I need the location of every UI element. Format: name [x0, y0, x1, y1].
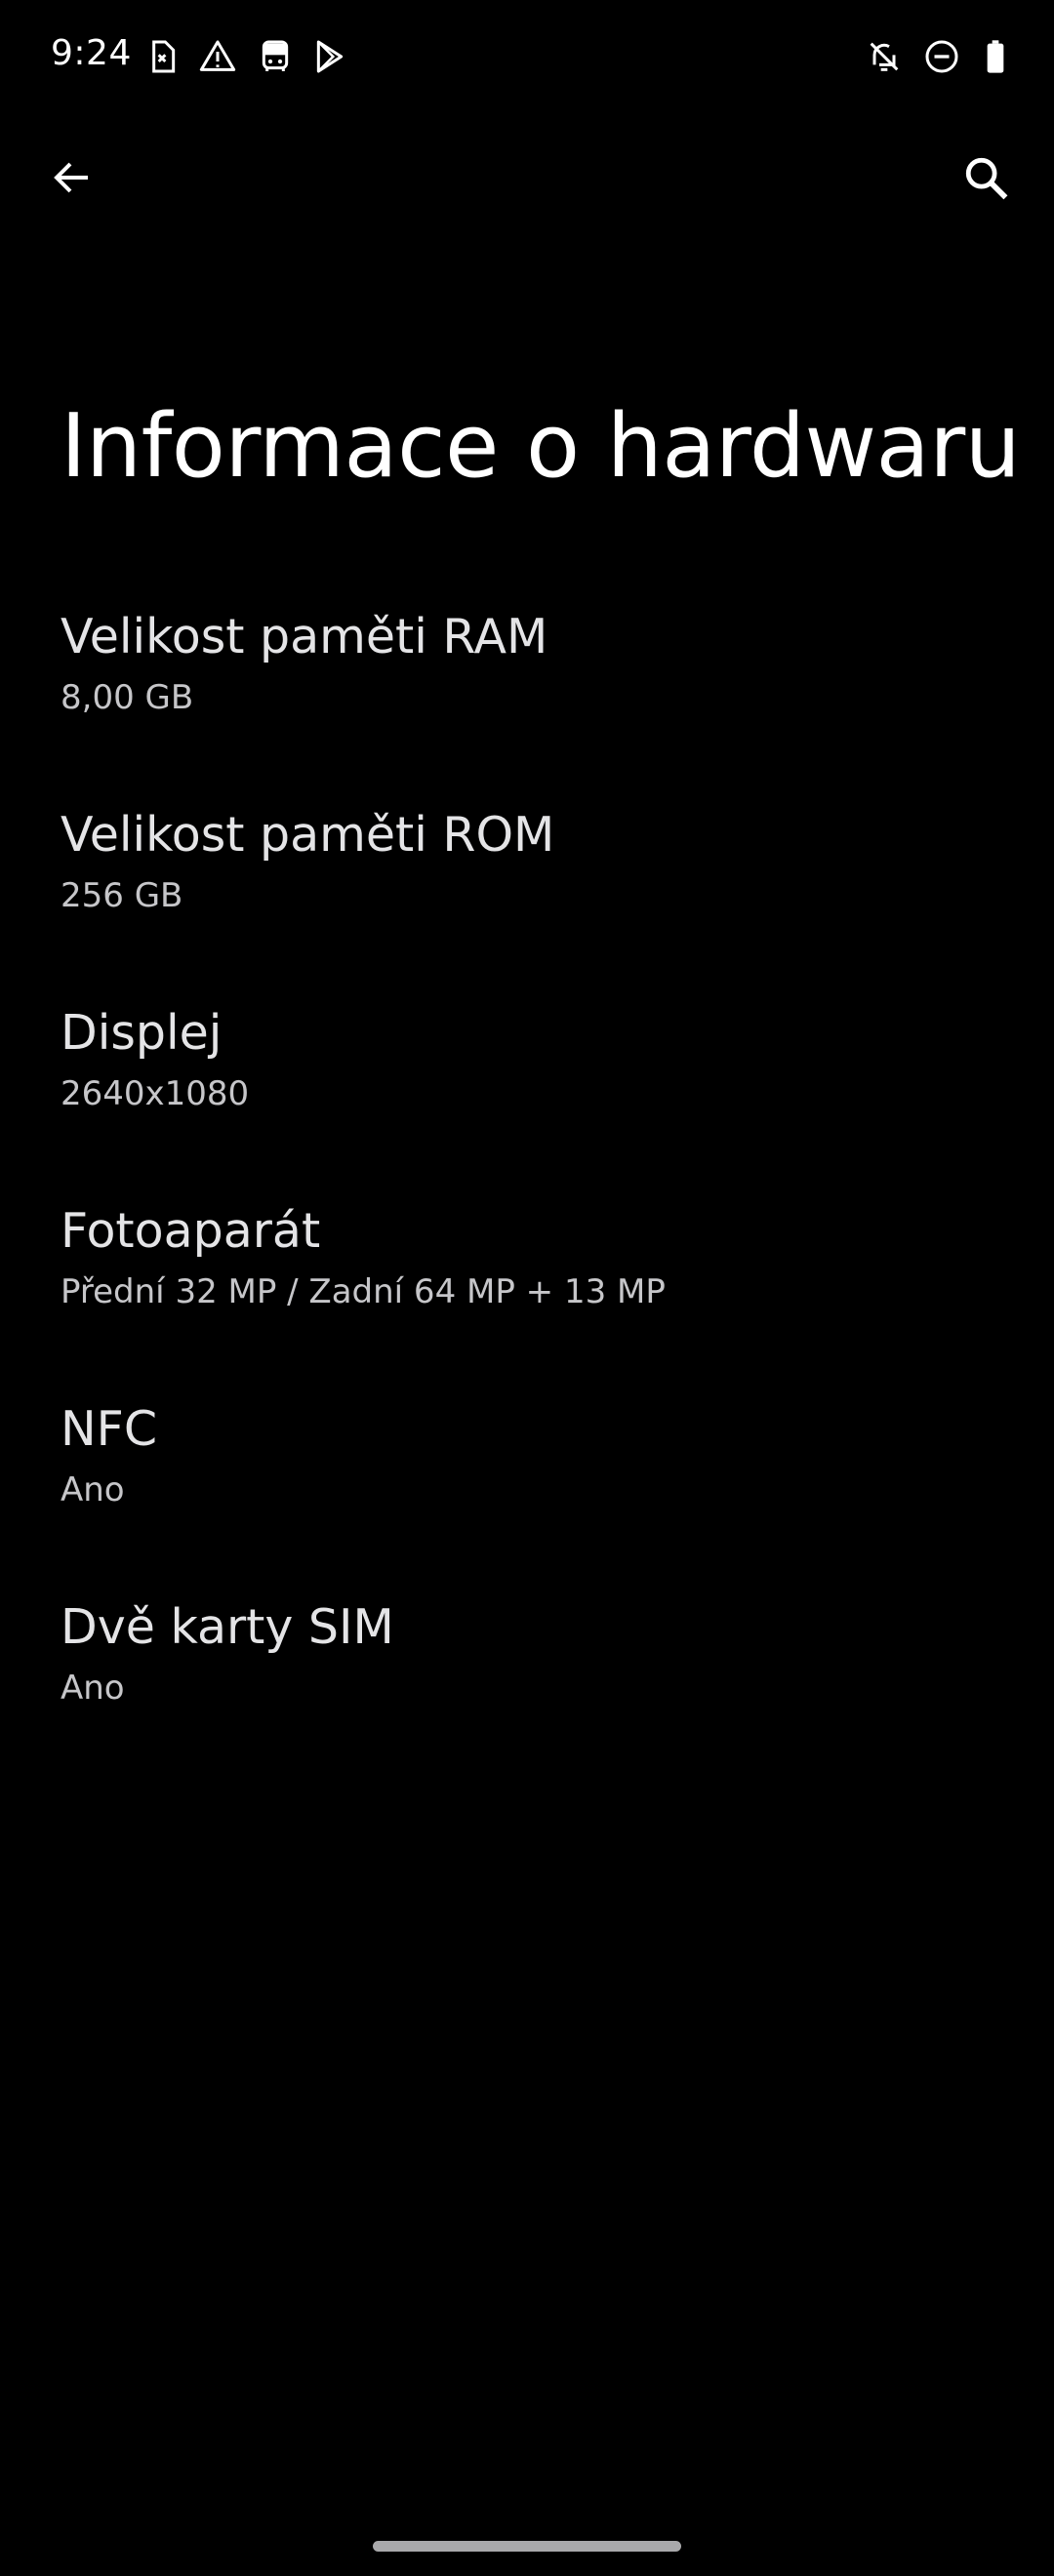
status-time: 9:24: [51, 33, 132, 73]
item-title: Fotoaparát: [61, 1203, 321, 1259]
item-summary: Přední 32 MP / Zadní 64 MP + 13 MP: [61, 1272, 666, 1311]
search-button[interactable]: [956, 148, 1015, 207]
hardware-info-list: Velikost paměti RAM 8,00 GB Velikost pam…: [0, 597, 1054, 1786]
search-icon: [965, 157, 1008, 200]
item-title: NFC: [61, 1401, 158, 1457]
item-summary: 2640x1080: [61, 1074, 250, 1113]
item-title: Dvě karty SIM: [61, 1599, 394, 1655]
warning-icon: [198, 37, 237, 76]
page-title: Informace o hardwaru: [61, 395, 1021, 498]
sim-error-icon: [142, 37, 182, 76]
top-app-bar: [0, 127, 1054, 224]
play-store-icon: [310, 37, 349, 76]
item-summary: 256 GB: [61, 876, 183, 915]
do-not-disturb-icon: [922, 37, 961, 76]
list-item-ram[interactable]: Velikost paměti RAM 8,00 GB: [0, 597, 1054, 795]
list-item-rom[interactable]: Velikost paměti ROM 256 GB: [0, 795, 1054, 993]
item-summary: Ano: [61, 1470, 125, 1509]
item-title: Velikost paměti ROM: [61, 807, 555, 863]
arrow-back-icon: [54, 162, 88, 193]
item-title: Displej: [61, 1005, 223, 1061]
list-item-display[interactable]: Displej 2640x1080: [0, 993, 1054, 1191]
item-summary: 8,00 GB: [61, 678, 194, 717]
transit-icon: [256, 37, 295, 76]
notifications-off-icon: [865, 37, 904, 76]
list-item-dual-sim[interactable]: Dvě karty SIM Ano: [0, 1588, 1054, 1786]
item-title: Velikost paměti RAM: [61, 609, 548, 664]
battery-icon: [976, 37, 1015, 76]
status-bar: 9:24: [0, 0, 1054, 117]
gesture-nav-handle[interactable]: [373, 2541, 681, 2552]
back-button[interactable]: [43, 148, 101, 207]
list-item-camera[interactable]: Fotoaparát Přední 32 MP / Zadní 64 MP + …: [0, 1191, 1054, 1389]
item-summary: Ano: [61, 1669, 125, 1708]
list-item-nfc[interactable]: NFC Ano: [0, 1389, 1054, 1588]
